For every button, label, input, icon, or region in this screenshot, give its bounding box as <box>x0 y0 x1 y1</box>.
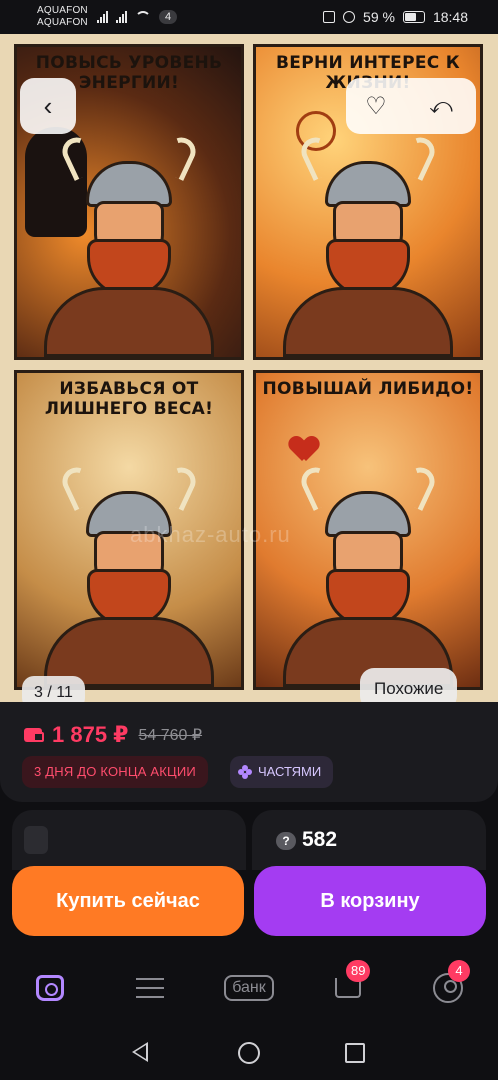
nav-catalog[interactable] <box>132 970 168 1006</box>
promo-badge: 3 ДНЯ ДО КОНЦА АКЦИИ <box>22 756 208 788</box>
cart-count-badge: 89 <box>346 960 371 982</box>
viking-figure <box>278 457 458 687</box>
viking-figure <box>39 457 219 687</box>
sim-badge: 4 <box>159 10 178 24</box>
installments-icon <box>238 765 252 779</box>
carrier-names: AQUAFON AQUAFON <box>37 5 88 29</box>
panel-caption-3: ИЗБАВЬСЯ ОТ ЛИШНЕГО ВЕСА! <box>44 379 214 419</box>
question-icon: ? <box>276 832 296 850</box>
installments-badge[interactable]: ЧАСТЯМИ <box>230 756 334 788</box>
buy-now-button[interactable]: Купить сейчас <box>12 866 244 936</box>
viking-figure <box>278 127 458 357</box>
system-home-icon[interactable] <box>238 1042 260 1064</box>
panel-caption-4: ПОВЫШАЙ ЛИБИДО! <box>262 379 474 399</box>
old-price: 54 760 ₽ <box>138 727 203 744</box>
similar-button[interactable]: Похожие <box>360 668 458 704</box>
home-search-icon <box>36 975 64 1001</box>
questions-card[interactable]: ? 582 <box>252 810 486 870</box>
price-card: 1 875 ₽ 54 760 ₽ 3 ДНЯ ДО КОНЦА АКЦИИ ЧА… <box>0 702 498 802</box>
price-row: 1 875 ₽ 54 760 ₽ <box>24 722 202 748</box>
signal-icon <box>97 11 108 23</box>
alarm-icon <box>343 11 356 23</box>
add-to-cart-button[interactable]: В корзину <box>254 866 486 936</box>
battery-icon <box>402 11 425 23</box>
bottom-navigation: банк 89 4 <box>0 950 498 1030</box>
system-recents-icon[interactable] <box>345 1043 365 1063</box>
menu-icon <box>136 978 164 998</box>
rating-card[interactable] <box>12 810 246 870</box>
status-bar: AQUAFON AQUAFON 4 59 % 18:48 <box>0 0 498 34</box>
carrier-1: AQUAFON <box>37 5 88 16</box>
share-button[interactable]: ⤺ <box>406 78 476 134</box>
nav-bank[interactable]: банк <box>214 970 284 1006</box>
battery-percent: 59 % <box>363 9 395 25</box>
questions-count: 582 <box>302 828 338 851</box>
profile-badge: 4 <box>448 960 470 982</box>
image-counter: 3 / 11 <box>22 676 85 704</box>
product-image-gallery[interactable]: ПОВЫСЬ УРОВЕНЬ ЭНЕРГИИ! ВЕРНИ ИНТЕРЕС К … <box>0 34 498 704</box>
wifi-icon <box>135 11 151 23</box>
system-navigation <box>0 1030 498 1080</box>
viking-figure <box>39 127 219 357</box>
nav-cart[interactable]: 89 <box>330 960 371 1006</box>
chevron-left-icon: ‹ <box>43 90 53 121</box>
favorite-button[interactable]: ♡ <box>346 78 406 134</box>
heart-icon: ♡ <box>365 92 387 120</box>
clock: 18:48 <box>432 9 468 25</box>
wallet-icon <box>24 728 44 742</box>
current-price: 1 875 ₽ <box>52 722 129 747</box>
loading-placeholder <box>24 826 48 854</box>
watermark: abkhaz-auto.ru <box>130 522 291 547</box>
back-button[interactable]: ‹ <box>20 78 76 134</box>
nav-home[interactable] <box>32 970 68 1006</box>
nfc-icon <box>323 11 336 23</box>
installments-label: ЧАСТЯМИ <box>258 764 322 779</box>
system-back-icon[interactable] <box>132 1042 148 1062</box>
signal-group: 4 <box>97 10 178 24</box>
bank-label: банк <box>224 975 274 1001</box>
signal-icon <box>116 11 127 23</box>
share-icon: ⤺ <box>429 93 453 118</box>
status-right: 59 % 18:48 <box>323 9 468 25</box>
carrier-2: AQUAFON <box>37 17 88 28</box>
nav-profile[interactable]: 4 <box>430 960 470 1006</box>
